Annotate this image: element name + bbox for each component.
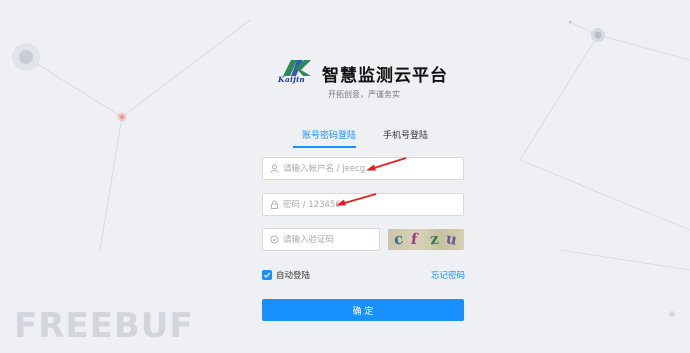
password-input[interactable] xyxy=(283,199,453,210)
user-icon xyxy=(269,164,279,174)
remember-checkbox[interactable] xyxy=(262,270,272,280)
captcha-char: u xyxy=(444,229,459,249)
brand-header: Kaijin 智慧监测云平台 xyxy=(278,58,448,88)
forgot-password-link[interactable]: 忘记密码 xyxy=(431,269,465,281)
watermark: FREEBUF xyxy=(14,306,194,346)
logo-wordmark: Kaijin xyxy=(278,75,306,84)
tab-account-login[interactable]: 账号密码登陆 xyxy=(302,128,356,141)
lock-icon xyxy=(269,200,279,210)
submit-button[interactable]: 确 定 xyxy=(262,299,464,321)
username-field[interactable] xyxy=(262,157,464,180)
remember-me[interactable]: 自动登陆 xyxy=(262,269,310,281)
captcha-field[interactable] xyxy=(262,228,380,251)
active-tab-indicator xyxy=(293,146,356,148)
shield-icon xyxy=(269,235,279,245)
page-title: 智慧监测云平台 xyxy=(322,65,448,86)
password-field[interactable] xyxy=(262,193,464,216)
captcha-char: z xyxy=(429,229,440,249)
tab-phone-login[interactable]: 手机号登陆 xyxy=(383,128,428,141)
captcha-char: f xyxy=(410,229,419,249)
captcha-char: c xyxy=(392,229,405,249)
remember-label: 自动登陆 xyxy=(276,271,311,281)
check-icon xyxy=(263,272,271,278)
captcha-image[interactable]: c f z u xyxy=(388,229,464,250)
slogan: 开拓创意，严谨务实 xyxy=(328,90,400,99)
username-input[interactable] xyxy=(283,163,453,174)
login-tabs: 账号密码登陆 手机号登陆 xyxy=(293,128,453,148)
captcha-input[interactable] xyxy=(283,234,373,245)
brand-logo: Kaijin xyxy=(278,58,314,88)
